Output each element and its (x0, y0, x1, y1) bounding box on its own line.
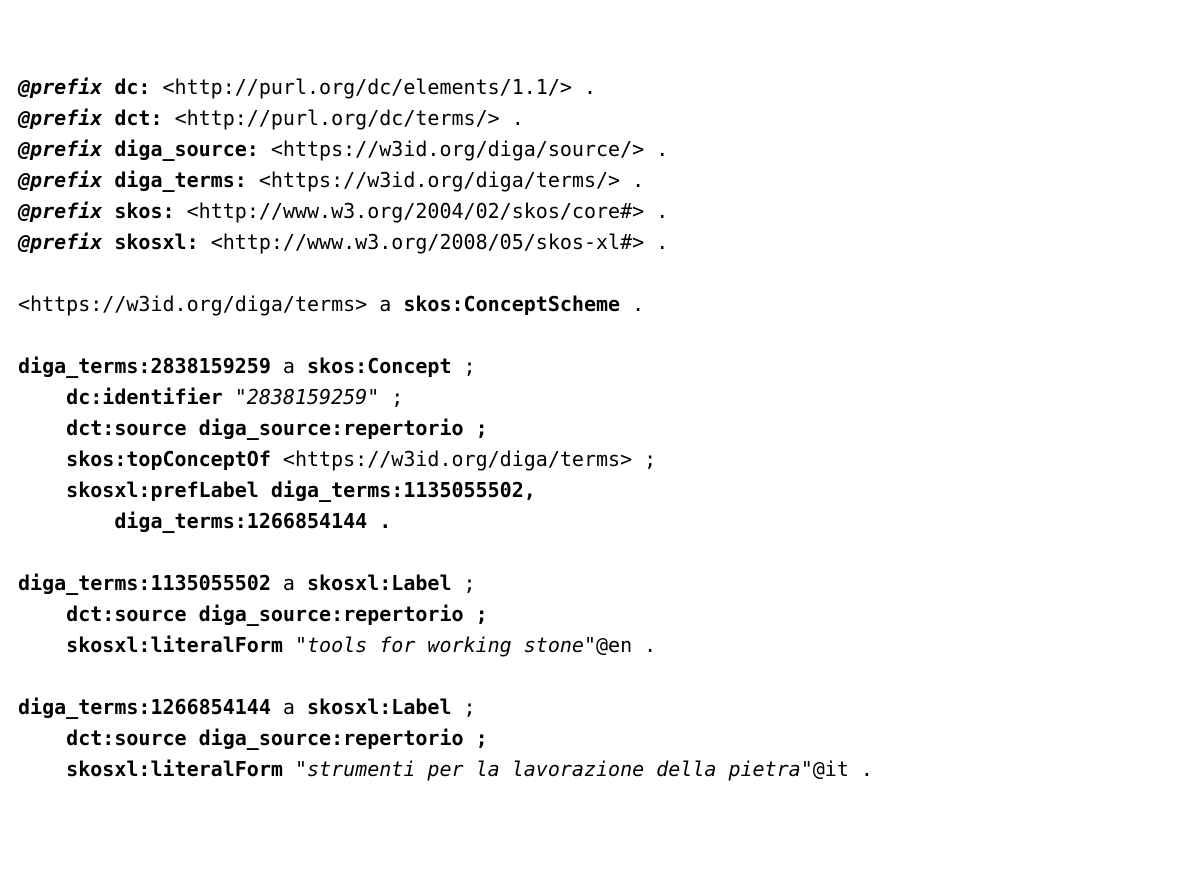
a-keyword: a (271, 354, 307, 378)
a-keyword: a (271, 571, 307, 595)
uri-value: <https://w3id.org/diga/terms> (283, 447, 632, 471)
predicate: skosxl:literalForm (66, 757, 283, 781)
prefix-keyword: @prefix (18, 137, 102, 161)
statement-sep: ; (632, 447, 656, 471)
predicate: skos:topConceptOf (66, 447, 271, 471)
statement: dct:source diga_source:repertorio ; (66, 602, 487, 626)
prefix-uri: <https://w3id.org/diga/source/> . (271, 137, 668, 161)
statement: dct:source diga_source:repertorio ; (66, 726, 487, 750)
predicate: skosxl:literalForm (66, 633, 283, 657)
code-block: @prefix dc: <http://purl.org/dc/elements… (18, 72, 1182, 785)
literal-value: "2838159259" (235, 385, 380, 409)
a-keyword: a (271, 695, 307, 719)
prefix-keyword: @prefix (18, 106, 102, 130)
prefix-name: dct: (114, 106, 162, 130)
prefix-keyword: @prefix (18, 230, 102, 254)
concept-subject: diga_terms:2838159259 (18, 354, 271, 378)
label-type: skosxl:Label (307, 571, 452, 595)
prefix-uri: <http://purl.org/dc/elements/1.1/> . (163, 75, 596, 99)
statement: dct:source diga_source:repertorio ; (66, 416, 487, 440)
label-subject: diga_terms:1266854144 (18, 695, 271, 719)
prefix-name: diga_terms: (114, 168, 246, 192)
quote-close: "@en . (584, 633, 656, 657)
statement-sep: ; (379, 385, 403, 409)
prefix-name: diga_source: (114, 137, 259, 161)
prefix-uri: <http://purl.org/dc/terms/> . (175, 106, 524, 130)
label-subject: diga_terms:1135055502 (18, 571, 271, 595)
statement-sep: ; (452, 695, 476, 719)
quote-open: " (283, 633, 307, 657)
prefix-uri: <http://www.w3.org/2008/05/skos-xl#> . (211, 230, 669, 254)
prefix-name: skosxl: (114, 230, 198, 254)
prefix-uri: <https://w3id.org/diga/terms/> . (259, 168, 644, 192)
quote-open: " (283, 757, 307, 781)
prefix-keyword: @prefix (18, 168, 102, 192)
sp (223, 385, 235, 409)
prefix-uri: <http://www.w3.org/2004/02/skos/core#> . (187, 199, 669, 223)
predicate: dc:identifier (66, 385, 223, 409)
prefix-keyword: @prefix (18, 199, 102, 223)
statement-end: . (620, 292, 644, 316)
scheme-type: skos:ConceptScheme (403, 292, 620, 316)
prefix-name: skos: (114, 199, 174, 223)
statement: diga_terms:1266854144 . (114, 509, 391, 533)
concept-type: skos:Concept (307, 354, 452, 378)
literal-value: strumenti per la lavorazione della pietr… (307, 757, 801, 781)
quote-close: "@it . (801, 757, 873, 781)
statement-sep: ; (452, 354, 476, 378)
statement: skosxl:prefLabel diga_terms:1135055502, (66, 478, 536, 502)
sp (271, 447, 283, 471)
a-keyword: a (367, 292, 403, 316)
label-type: skosxl:Label (307, 695, 452, 719)
scheme-subject: <https://w3id.org/diga/terms> (18, 292, 367, 316)
statement-sep: ; (452, 571, 476, 595)
prefix-name: dc: (114, 75, 150, 99)
prefix-keyword: @prefix (18, 75, 102, 99)
literal-value: tools for working stone (307, 633, 584, 657)
